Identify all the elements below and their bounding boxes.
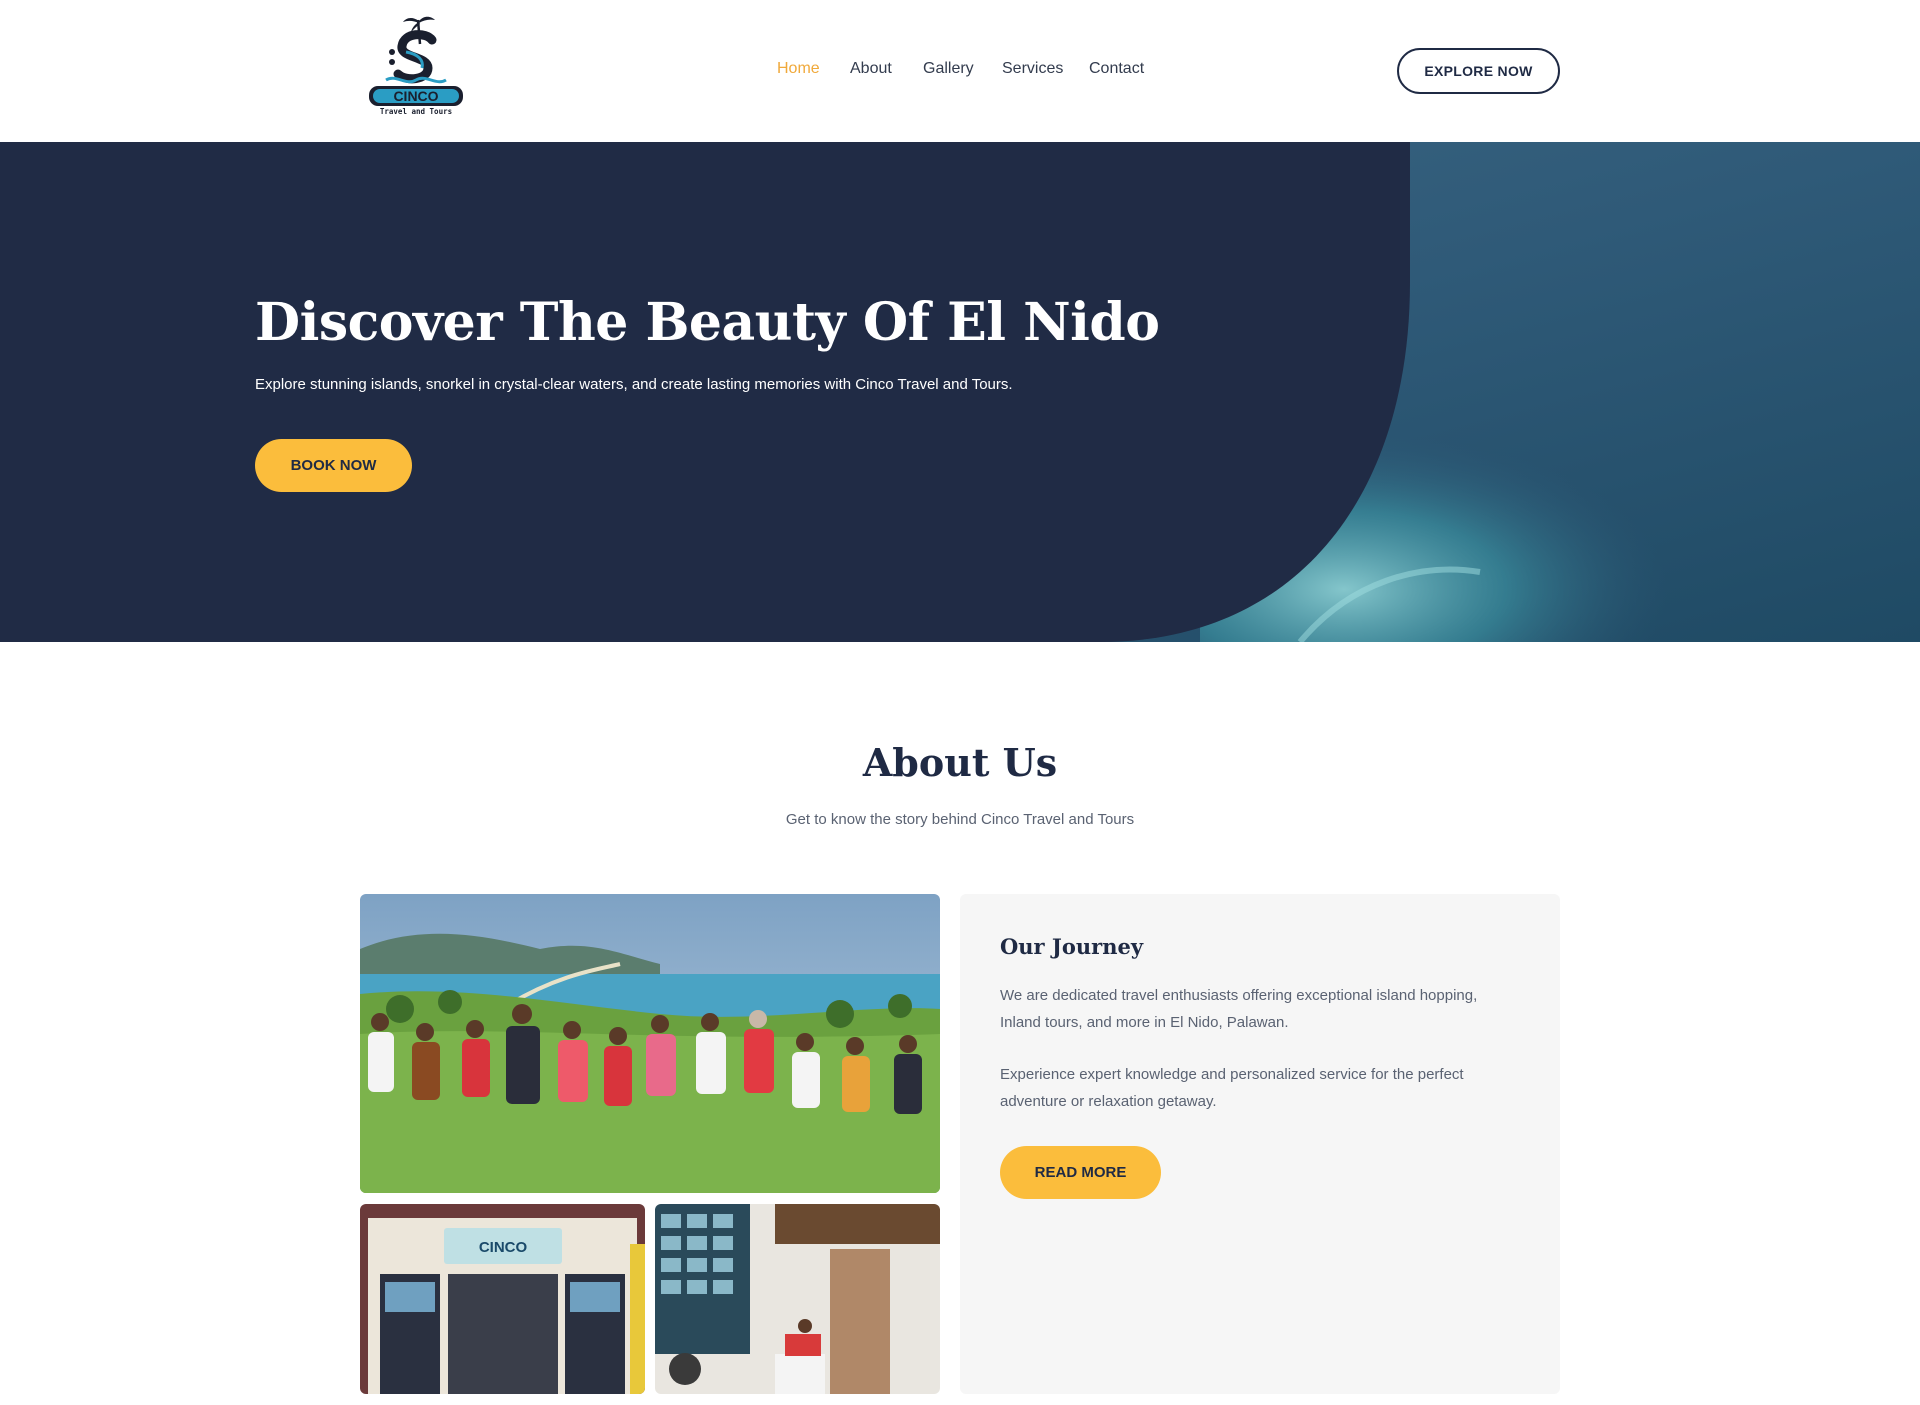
nav-contact[interactable]: Contact: [1089, 60, 1144, 78]
svg-text:CINCO: CINCO: [479, 1239, 528, 1256]
journey-title: Our Journey: [1000, 934, 1144, 959]
read-more-button[interactable]: READ MORE: [1000, 1146, 1161, 1199]
about-title: About Us: [862, 740, 1058, 785]
storefront-photo: CINCO: [360, 1204, 645, 1394]
site-header: CINCO Travel and Tours Home About Galler…: [0, 0, 1920, 142]
hero-subtitle: Explore stunning islands, snorkel in cry…: [255, 376, 1013, 393]
journey-paragraph-1: We are dedicated travel enthusiasts offe…: [1000, 987, 1478, 1031]
nav-about[interactable]: About: [850, 60, 892, 78]
nav-gallery[interactable]: Gallery: [923, 60, 974, 78]
main-nav: Home About Gallery Services Contact: [0, 0, 1920, 142]
our-journey-card: Our Journey We are dedicated travel enth…: [960, 894, 1560, 1394]
nav-services[interactable]: Services: [1002, 60, 1063, 78]
explore-now-button[interactable]: EXPLORE NOW: [1397, 48, 1560, 94]
nav-home[interactable]: Home: [777, 60, 820, 78]
office-photo: [655, 1204, 940, 1394]
book-now-button[interactable]: BOOK NOW: [255, 439, 412, 492]
group-photo: [360, 894, 940, 1193]
about-subtitle: Get to know the story behind Cinco Trave…: [785, 811, 1135, 828]
journey-paragraph-2: Experience expert knowledge and personal…: [1000, 1066, 1464, 1110]
hero-section: Discover The Beauty Of El Nido Explore s…: [0, 142, 1920, 642]
hero-title: Discover The Beauty Of El Nido: [255, 292, 1160, 353]
